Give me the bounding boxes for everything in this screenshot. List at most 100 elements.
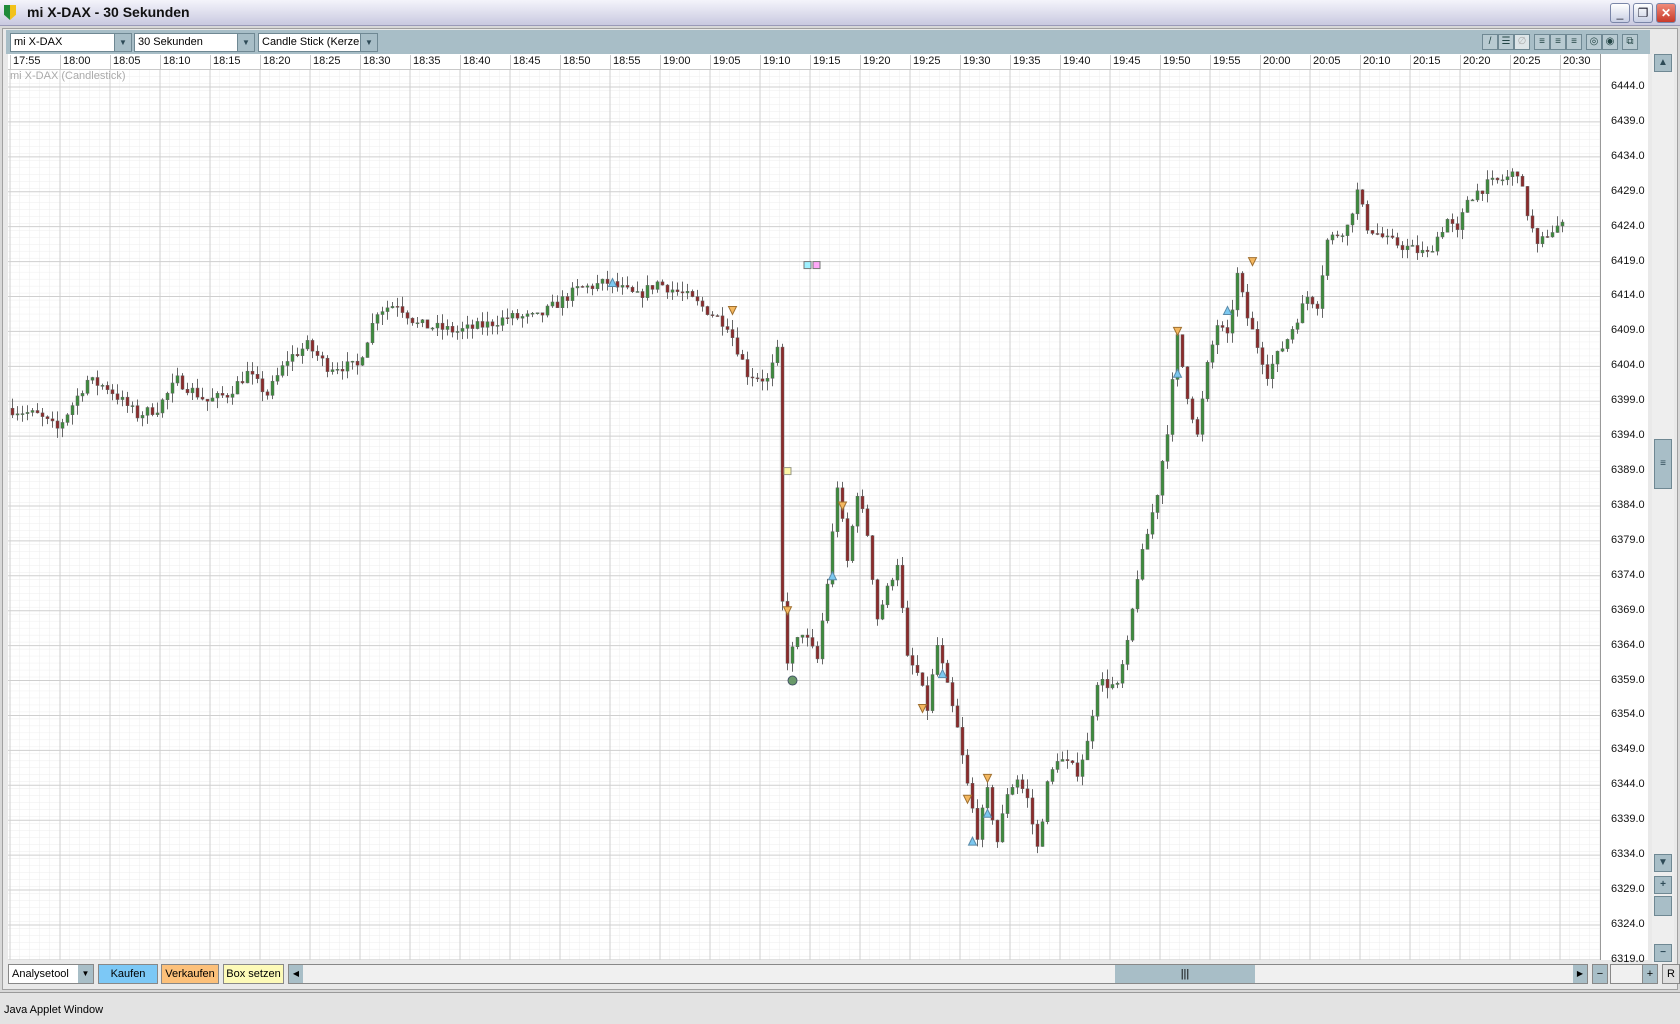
candle-down — [1520, 175, 1525, 187]
chevron-down-icon[interactable]: ▼ — [237, 34, 254, 51]
candle-down — [405, 312, 410, 319]
candle-down — [1515, 171, 1520, 177]
time-axis: 17:55 18:00 18:05 18:10 18:15 18:20 18:25 18:30… — [8, 54, 1600, 70]
scroll-up-button[interactable]: ▲ — [1654, 54, 1672, 72]
chevron-down-icon[interactable]: ▼ — [360, 34, 377, 51]
horizontal-scroll-thumb[interactable]: ||| — [1115, 965, 1255, 983]
candle-down — [505, 317, 510, 319]
instrument-select[interactable]: mi X-DAX ▼ — [10, 33, 132, 52]
candle-down — [1375, 233, 1380, 235]
box-button[interactable]: Box setzen — [223, 964, 284, 984]
chart-area[interactable] — [8, 70, 1648, 960]
candle-up — [15, 413, 20, 416]
x-tick-label: 19:40 — [1060, 55, 1110, 69]
zoom-out-icon[interactable]: ◉ — [1602, 34, 1618, 50]
interval-select[interactable]: 30 Sekunden ▼ — [134, 33, 255, 52]
candle-up — [1500, 179, 1505, 182]
candle-down — [1370, 230, 1375, 234]
chart-type-select[interactable]: Candle Stick (Kerzen ▼ — [258, 33, 378, 52]
sell-button[interactable]: Verkaufen — [161, 964, 219, 984]
candle-up — [1100, 679, 1105, 686]
zoom-in-icon[interactable]: ◎ — [1586, 34, 1602, 50]
candle-down — [660, 281, 665, 286]
horizontal-line-icon[interactable]: ☰ — [1498, 34, 1514, 50]
grid-sparse-icon[interactable]: ≡ — [1566, 34, 1582, 50]
candle-up — [415, 322, 420, 325]
candle-up — [1205, 362, 1210, 400]
candle-down — [665, 284, 670, 293]
y-tick-label: 6334.0 — [1611, 848, 1645, 861]
popout-window-icon[interactable]: ⧉ — [1622, 34, 1638, 50]
buy-button[interactable]: Kaufen — [98, 964, 158, 984]
circle-marker[interactable] — [787, 675, 798, 686]
candle-down — [150, 407, 155, 415]
candle-up — [1280, 348, 1285, 352]
chevron-down-icon[interactable]: ▼ — [78, 965, 93, 983]
y-tick-label: 6439.0 — [1611, 114, 1645, 127]
candle-up — [790, 646, 795, 664]
reset-button[interactable]: R — [1662, 964, 1680, 984]
analysis-tool-select[interactable]: Analysetool ▼ — [8, 964, 94, 984]
y-tick-label: 6379.0 — [1611, 533, 1645, 546]
candle-down — [1365, 204, 1370, 231]
time-zoom-plus-button[interactable]: + — [1642, 964, 1658, 984]
scroll-right-button[interactable]: ▶ — [1573, 965, 1587, 983]
candle-up — [1460, 212, 1465, 230]
x-tick-label: 18:15 — [210, 55, 260, 69]
candle-down — [1535, 227, 1540, 244]
time-zoom-minus-button[interactable]: − — [1592, 964, 1608, 984]
candle-up — [1000, 813, 1005, 843]
minimize-button[interactable]: _ — [1610, 3, 1630, 23]
candle-down — [115, 393, 120, 400]
candle-up — [1300, 303, 1305, 324]
candle-down — [1380, 233, 1385, 238]
vertical-scrollbar[interactable]: ▲ ≡ ▼ + − — [1652, 54, 1674, 964]
candle-up — [100, 385, 105, 387]
box-marker[interactable] — [783, 467, 792, 476]
candle-down — [740, 354, 745, 360]
delete-drawing-icon[interactable]: ∅ — [1514, 34, 1530, 50]
zoom-plus-button[interactable]: + — [1654, 876, 1672, 894]
candle-up — [330, 369, 335, 372]
grid-dense-icon[interactable]: ≡ — [1534, 34, 1550, 50]
candle-down — [225, 395, 230, 398]
candle-down — [395, 306, 400, 308]
candle-down — [10, 407, 15, 416]
scroll-left-button[interactable]: ◀ — [289, 965, 303, 983]
instrument-value: mi X-DAX — [14, 36, 63, 48]
candle-down — [1455, 223, 1460, 230]
horizontal-scrollbar[interactable]: ◀ ||| ▶ — [288, 964, 1588, 984]
candle-up — [525, 313, 530, 317]
chevron-down-icon[interactable]: ▼ — [114, 34, 131, 51]
candle-up — [820, 620, 825, 660]
candle-up — [1555, 225, 1560, 233]
candle-down — [185, 388, 190, 394]
candle-up — [140, 415, 145, 419]
candle-up — [1040, 821, 1045, 847]
candle-down — [310, 340, 315, 352]
candle-down — [35, 410, 40, 414]
scroll-thumb[interactable]: ≡ — [1654, 439, 1672, 489]
zoom-minus-button[interactable]: − — [1654, 944, 1672, 962]
draw-line-icon[interactable]: / — [1482, 34, 1498, 50]
candle-down — [915, 664, 920, 673]
candle-down — [400, 306, 405, 313]
candle-up — [380, 311, 385, 315]
legend-square-cyan — [803, 261, 812, 270]
candle-down — [960, 727, 965, 756]
close-button[interactable]: ✕ — [1656, 3, 1676, 23]
candle-down — [1240, 272, 1245, 293]
candle-up — [560, 296, 565, 309]
x-tick-label: 19:00 — [660, 55, 710, 69]
x-tick-label: 19:35 — [1010, 55, 1060, 69]
candle-up — [455, 331, 460, 333]
candle-up — [285, 361, 290, 366]
candle-up — [165, 392, 170, 401]
candle-up — [350, 360, 355, 363]
restore-button[interactable]: ❐ — [1633, 3, 1653, 23]
grid-medium-icon[interactable]: ≡ — [1550, 34, 1566, 50]
zoom-slider[interactable] — [1654, 896, 1672, 916]
candle-up — [1120, 664, 1125, 684]
scroll-down-button[interactable]: ▼ — [1654, 854, 1672, 872]
candle-up — [1005, 794, 1010, 814]
